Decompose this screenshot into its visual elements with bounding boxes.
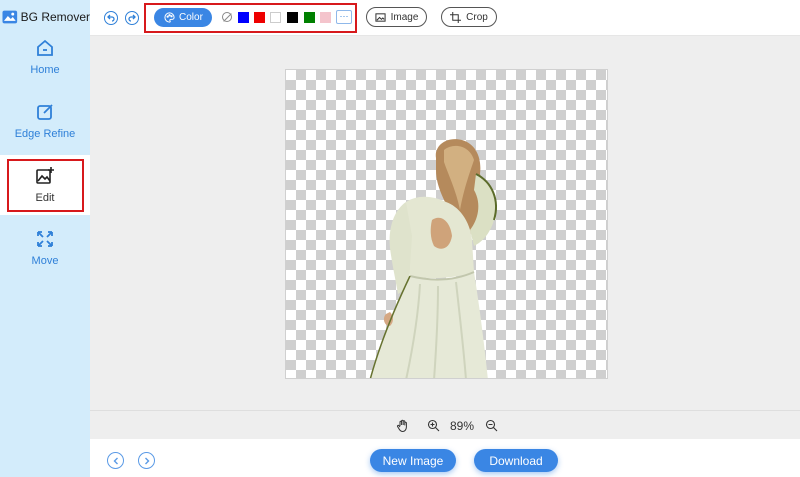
swatch-green[interactable] [304,12,315,23]
toolbar: Color ··· Image Crop [90,0,800,36]
sidebar-item-edge-refine[interactable]: Edge Refine [0,102,90,140]
next-button[interactable] [138,452,155,469]
sidebar-item-label: Edit [35,192,55,204]
zoom-out-icon[interactable] [485,419,498,432]
app-name: BG Remover [20,10,90,24]
color-button[interactable]: Color [154,8,212,27]
image-background-button[interactable]: Image [366,7,427,27]
zoom-bar: 89% [90,410,800,439]
sidebar-item-label: Home [30,64,60,76]
sidebar: BG Remover Home Edge Refine Edit Move [0,0,90,477]
app-logo-icon [2,10,18,24]
edit-image-icon [36,167,54,184]
new-image-button[interactable]: New Image [370,449,456,472]
home-icon [37,39,53,56]
cutout-subject-image [369,139,497,378]
crop-icon [450,11,462,23]
sidebar-item-label: Move [31,255,59,267]
swatch-pink[interactable] [320,12,331,23]
palette-icon [164,12,175,23]
image-canvas[interactable] [285,69,608,379]
swatch-white[interactable] [270,12,281,23]
sidebar-item-home[interactable]: Home [0,38,90,76]
hand-pan-icon[interactable] [396,419,409,432]
image-icon [375,12,386,22]
chevron-left-icon [113,457,118,464]
swatch-black[interactable] [287,12,298,23]
swatch-none[interactable] [222,12,232,22]
sidebar-item-move[interactable]: Move [0,229,90,267]
zoom-in-icon[interactable] [427,419,440,432]
crop-button-label: Crop [466,11,488,23]
color-button-label: Color [179,12,203,23]
more-colors-button[interactable]: ··· [336,10,352,24]
move-icon [37,231,53,247]
redo-button[interactable] [125,11,139,25]
chevron-right-icon [144,457,149,464]
zoom-value: 89% [450,419,475,433]
bottom-bar: New Image Download [90,439,800,477]
undo-button[interactable] [104,11,118,25]
crop-button[interactable]: Crop [441,7,497,27]
app-title: BG Remover [0,8,90,26]
previous-button[interactable] [107,452,124,469]
edge-refine-icon [37,104,53,120]
undo-icon [107,14,115,22]
swatch-blue[interactable] [238,12,249,23]
image-button-label: Image [390,11,419,23]
sidebar-item-edit[interactable]: Edit [0,155,90,215]
redo-icon [128,14,136,22]
swatch-red[interactable] [254,12,265,23]
download-button[interactable]: Download [474,449,558,472]
sidebar-item-label: Edge Refine [14,128,76,140]
canvas-area [90,36,800,410]
